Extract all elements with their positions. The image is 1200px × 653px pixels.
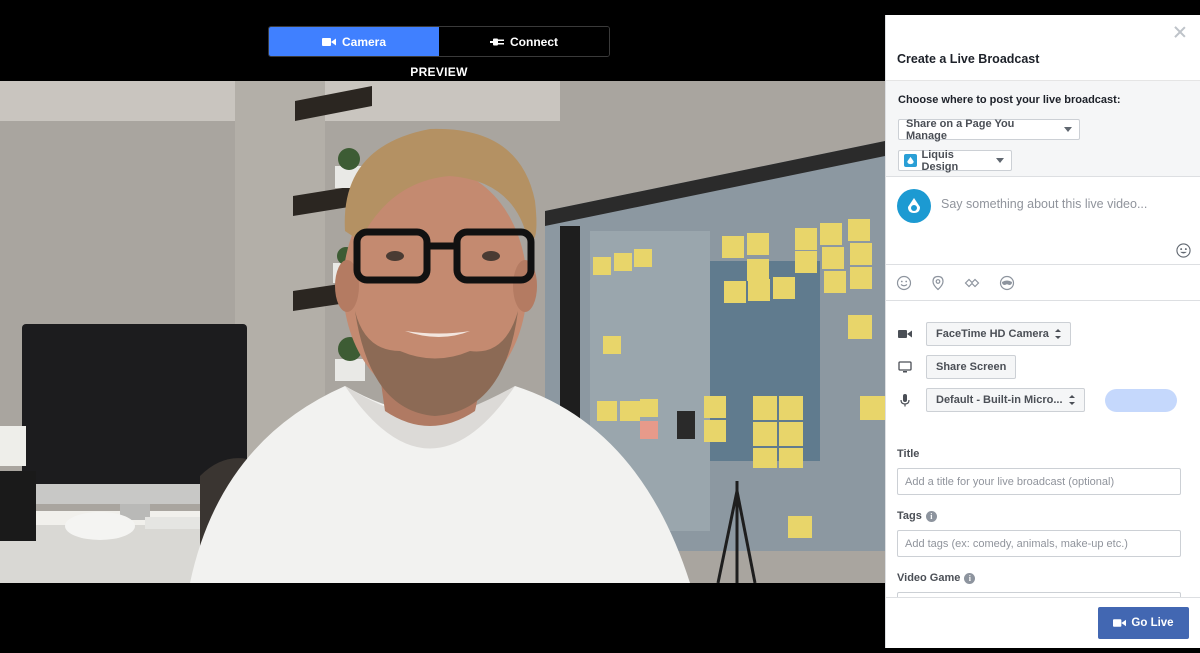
- title-label-text: Title: [897, 448, 920, 460]
- page-logo-icon: [904, 154, 917, 167]
- microphone-row: Default - Built-in Micro...: [886, 388, 1200, 412]
- page-selector-dropdown[interactable]: Liquis Design: [898, 148, 1012, 173]
- liquis-logo-icon: [908, 198, 920, 213]
- panel-footer: Go Live: [886, 597, 1200, 648]
- microphone-select[interactable]: Default - Built-in Micro...: [926, 388, 1085, 412]
- tags-label: Tags i: [897, 510, 937, 522]
- camera-source-row: FaceTime HD Camera: [886, 322, 1200, 346]
- go-live-label: Go Live: [1131, 617, 1174, 629]
- mic-level-indicator: [1105, 389, 1177, 412]
- share-destination-section: Choose where to post your live broadcast…: [886, 80, 1200, 177]
- tags-input[interactable]: [897, 530, 1181, 557]
- mask-icon[interactable]: [999, 275, 1015, 291]
- select-arrows-icon: [1054, 329, 1061, 339]
- title-label: Title: [897, 448, 919, 460]
- monitor-icon: [898, 361, 912, 373]
- close-icon[interactable]: [1174, 26, 1186, 38]
- connect-tab[interactable]: Connect: [439, 27, 609, 56]
- attachment-toolbar: [886, 265, 1200, 301]
- live-broadcast-panel: Create a Live Broadcast Choose where to …: [885, 15, 1200, 648]
- settings-scroll-area[interactable]: FaceTime HD Camera Share Screen Default …: [886, 301, 1200, 597]
- camera-feed-image: [0, 81, 885, 583]
- video-game-label: Video Game i: [897, 572, 976, 584]
- connect-plug-icon: [490, 38, 504, 45]
- microphone-value: Default - Built-in Micro...: [936, 394, 1063, 406]
- source-toggle: Camera Connect: [268, 26, 610, 57]
- chevron-down-icon: [996, 158, 1004, 163]
- video-camera-icon: [1113, 619, 1127, 627]
- video-camera-icon: [321, 37, 336, 46]
- broadcast-description-input[interactable]: [941, 197, 1186, 211]
- destination-dropdown[interactable]: Share on a Page You Manage: [898, 117, 1080, 142]
- destination-value: Share on a Page You Manage: [906, 117, 1015, 142]
- video-game-label-text: Video Game: [897, 572, 961, 584]
- info-icon[interactable]: i: [925, 510, 937, 522]
- broadcast-title-input[interactable]: [897, 468, 1181, 495]
- tag-people-icon[interactable]: [964, 275, 980, 291]
- go-live-button[interactable]: Go Live: [1098, 607, 1189, 639]
- emoji-picker-icon[interactable]: [1176, 243, 1191, 258]
- video-camera-icon: [898, 330, 912, 338]
- preview-label: PREVIEW: [410, 65, 468, 79]
- tags-label-text: Tags: [897, 510, 922, 522]
- location-pin-icon[interactable]: [930, 275, 946, 291]
- microphone-icon: [900, 394, 910, 407]
- avatar: [897, 189, 931, 223]
- info-icon[interactable]: i: [964, 572, 976, 584]
- camera-tab[interactable]: Camera: [269, 27, 439, 56]
- camera-source-value: FaceTime HD Camera: [936, 328, 1049, 340]
- camera-source-select[interactable]: FaceTime HD Camera: [926, 322, 1071, 346]
- feeling-icon[interactable]: [896, 275, 912, 291]
- camera-preview-video: [0, 81, 885, 583]
- broadcast-stage: Camera Connect PREVIEW: [0, 0, 885, 653]
- compose-area: [886, 177, 1200, 265]
- choose-destination-label: Choose where to post your live broadcast…: [898, 94, 1121, 106]
- page-name: Liquis Design: [921, 148, 959, 173]
- share-screen-button[interactable]: Share Screen: [926, 355, 1017, 379]
- share-screen-label: Share Screen: [936, 361, 1007, 373]
- chevron-down-icon: [1064, 127, 1072, 132]
- share-screen-row: Share Screen: [886, 355, 1200, 379]
- panel-title: Create a Live Broadcast: [897, 52, 1040, 66]
- connect-tab-label: Connect: [510, 34, 558, 49]
- camera-tab-label: Camera: [341, 34, 387, 49]
- select-arrows-icon: [1068, 395, 1075, 405]
